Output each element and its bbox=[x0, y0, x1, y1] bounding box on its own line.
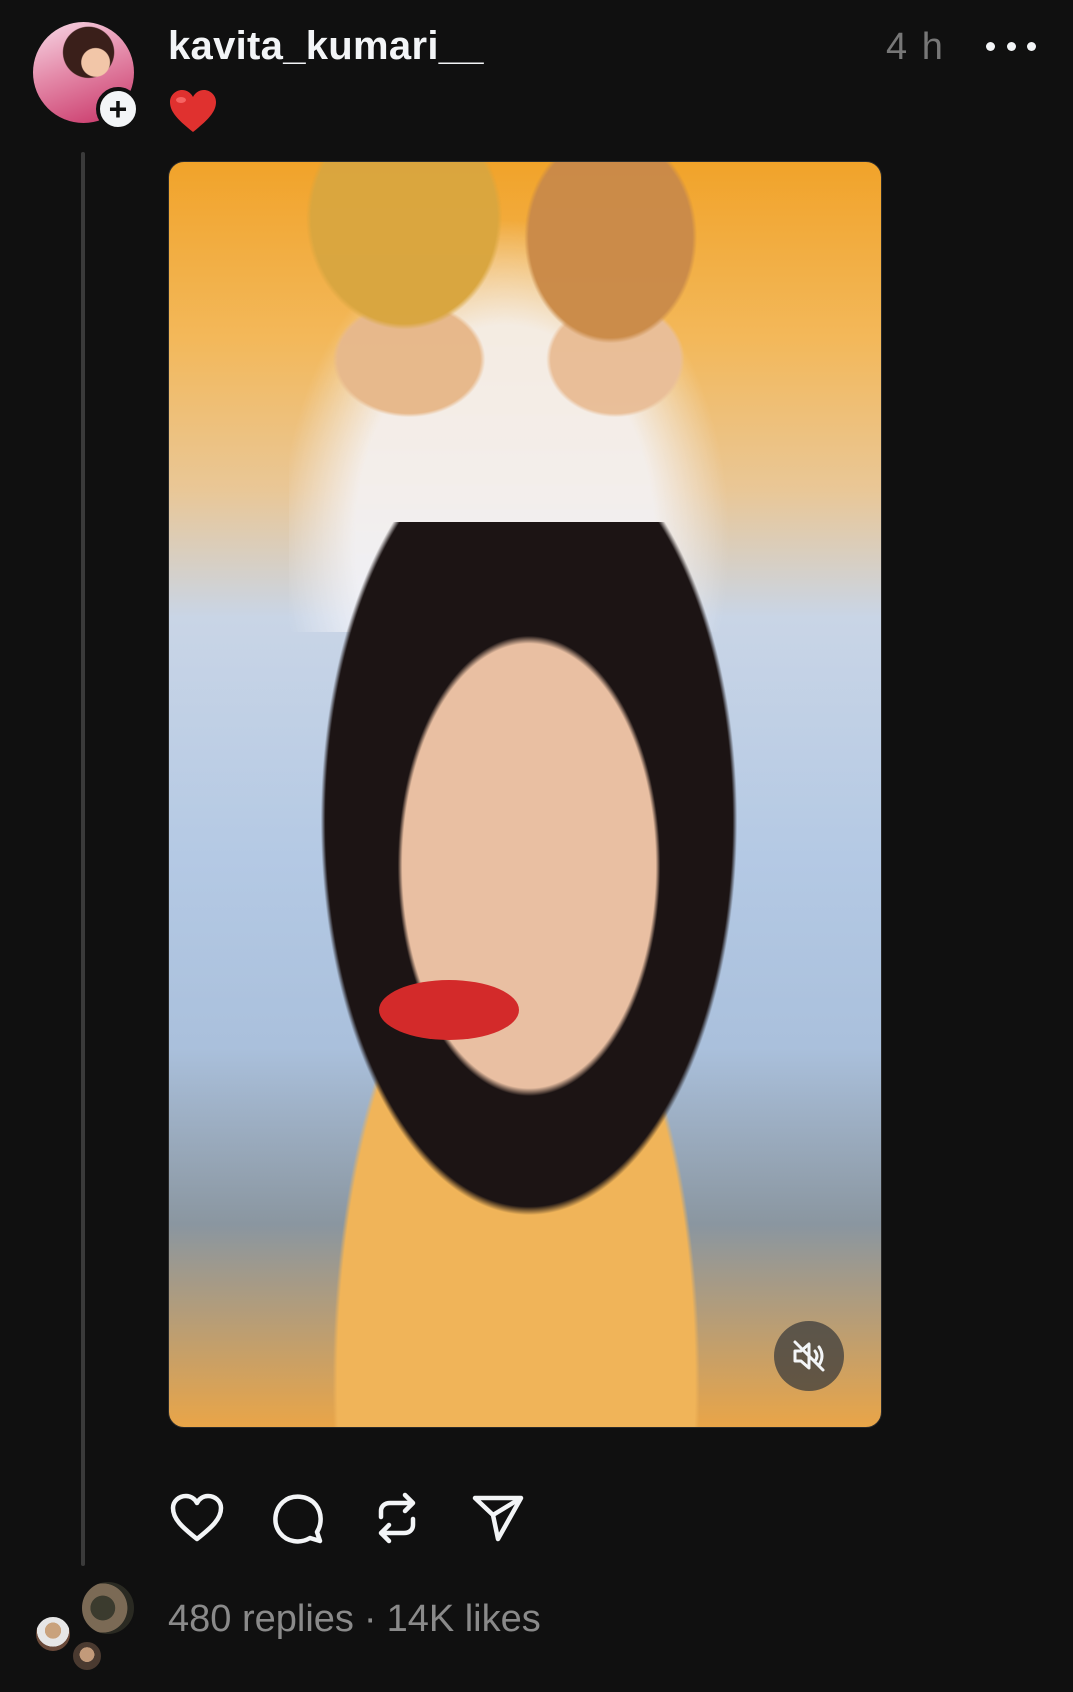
replies-count[interactable]: 480 replies bbox=[168, 1598, 354, 1640]
timestamp: 4 h bbox=[886, 26, 945, 68]
more-dot bbox=[1027, 41, 1036, 51]
more-options-button[interactable] bbox=[986, 30, 1036, 62]
replier-avatar bbox=[34, 1615, 72, 1653]
mute-button[interactable] bbox=[774, 1321, 844, 1391]
reply-button[interactable] bbox=[269, 1490, 327, 1546]
post-stats[interactable]: 480 replies · 14K likes bbox=[168, 1598, 541, 1641]
replier-avatar bbox=[71, 1640, 103, 1672]
likes-count[interactable]: 14K likes bbox=[387, 1598, 541, 1640]
thread-line bbox=[81, 152, 85, 1566]
heart-emoji bbox=[170, 90, 216, 132]
video-person bbox=[209, 522, 849, 1427]
replier-avatar bbox=[80, 1580, 136, 1636]
like-button[interactable] bbox=[168, 1490, 226, 1546]
more-dots-icon bbox=[986, 41, 995, 51]
follow-button[interactable]: + bbox=[96, 87, 140, 131]
repost-icon bbox=[378, 1492, 416, 1544]
speaker-muted-icon bbox=[793, 1340, 825, 1372]
stats-separator: · bbox=[363, 1598, 377, 1640]
send-icon bbox=[472, 1495, 524, 1542]
heart-icon bbox=[170, 1493, 224, 1542]
share-button[interactable] bbox=[469, 1490, 527, 1546]
video-lips bbox=[379, 980, 519, 1040]
caption bbox=[168, 88, 218, 139]
more-dot bbox=[1006, 41, 1016, 51]
repost-button[interactable] bbox=[368, 1490, 426, 1546]
comment-icon bbox=[273, 1494, 323, 1544]
plus-icon: + bbox=[108, 91, 128, 127]
post-video[interactable] bbox=[168, 161, 882, 1428]
username[interactable]: kavita_kumari__ bbox=[168, 24, 484, 69]
